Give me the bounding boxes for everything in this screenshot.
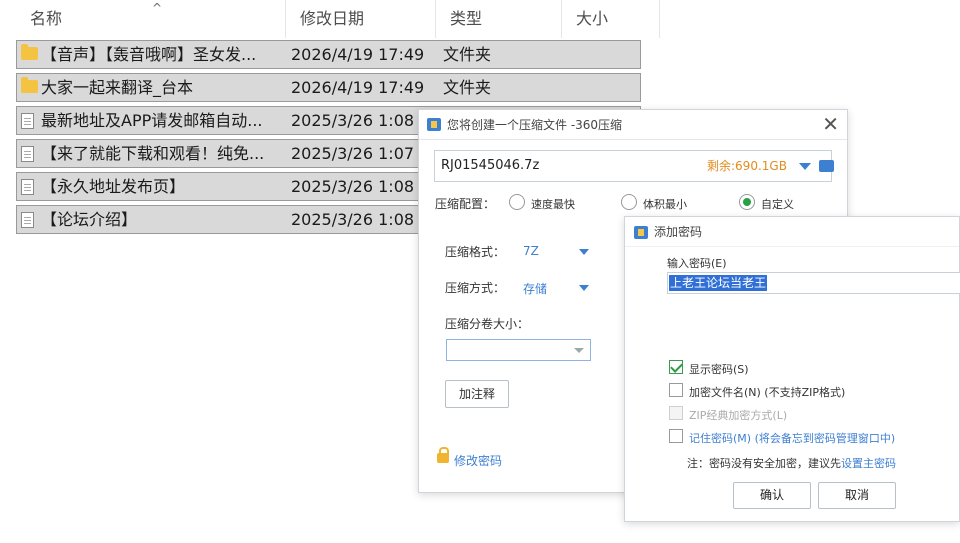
file-type: 文件夹: [443, 78, 492, 97]
file-name: 大家一起来翻译_台本: [41, 78, 194, 97]
file-name: 【音声】【轰音哦啊】圣女发...: [41, 45, 257, 64]
zip-classic-encryption-label: ZIP经典加密方式(L): [689, 409, 788, 422]
confirm-button[interactable]: 确认: [733, 482, 811, 509]
file-date: 2025/3/26 1:08: [291, 177, 415, 196]
file-date: 2026/4/19 17:49: [291, 45, 425, 64]
lock-icon: [437, 447, 449, 463]
column-name-label: 名称: [30, 9, 63, 28]
password-input-label: 输入密码(E): [667, 257, 727, 270]
format-select[interactable]: 7Z: [523, 244, 539, 258]
file-name: 【永久地址发布页】: [41, 177, 186, 196]
folder-icon: [21, 44, 38, 60]
file-date: 2025/3/26 1:08: [291, 210, 415, 229]
method-dropdown-icon[interactable]: [579, 285, 589, 291]
file-name: 【来了就能下载和观看！纯免...: [41, 144, 265, 163]
file-name: 最新地址及APP请发邮箱自动...: [41, 111, 263, 130]
remember-password-checkbox[interactable]: [669, 429, 683, 443]
file-date: 2026/4/19 17:49: [291, 78, 425, 97]
360-compress-icon: [427, 118, 441, 131]
encrypt-filenames-label: 加密文件名(N) (不支持ZIP格式): [689, 386, 846, 399]
show-password-checkbox[interactable]: [669, 360, 683, 374]
archive-path-field[interactable]: RJ01545046.7z 剩余:690.1GB: [434, 150, 834, 182]
file-date: 2025/3/26 1:07: [291, 144, 415, 163]
security-note: 注：密码没有安全加密，建议先设置主密码: [687, 455, 896, 471]
column-name[interactable]: 名称 ^: [16, 0, 286, 38]
column-header: 名称 ^ 修改日期 类型 大小: [16, 0, 661, 38]
modify-password-link[interactable]: 修改密码: [454, 452, 502, 469]
format-label: 压缩格式：: [445, 245, 506, 259]
archive-path-value: RJ01545046.7z: [441, 158, 540, 173]
show-password-label: 显示密码(S): [689, 363, 749, 376]
file-icon: [21, 212, 34, 228]
file-icon: [21, 113, 34, 129]
free-space-label: 剩余:690.1GB: [707, 159, 787, 173]
compress-dialog-titlebar[interactable]: 您将创建一个压缩文件 -360压缩 ✕: [419, 110, 847, 140]
radio-custom[interactable]: [739, 194, 755, 210]
set-master-password-link[interactable]: 设置主密码: [841, 457, 896, 470]
remember-password-label[interactable]: 记住密码(M) (将会备忘到密码管理窗口中): [689, 430, 895, 446]
add-password-titlebar[interactable]: 添加密码: [625, 217, 959, 247]
add-password-title: 添加密码: [654, 225, 703, 239]
file-date: 2025/3/26 1:08: [291, 111, 415, 130]
radio-fastest[interactable]: [509, 194, 525, 210]
radio-smallest[interactable]: [621, 194, 637, 210]
file-row[interactable]: 大家一起来翻译_台本 2026/4/19 17:49 文件夹: [16, 73, 641, 102]
360-compress-icon: [634, 226, 648, 239]
folder-icon: [21, 77, 38, 93]
cancel-button[interactable]: 取消: [818, 482, 896, 509]
browse-folder-icon[interactable]: [819, 160, 834, 172]
method-label: 压缩方式：: [445, 281, 506, 295]
radio-fastest-label: 速度最快: [531, 198, 575, 211]
path-dropdown-icon[interactable]: [799, 163, 811, 170]
password-input[interactable]: 上老王论坛当老王: [667, 272, 960, 294]
volume-size-input[interactable]: [446, 339, 591, 361]
column-size[interactable]: 大小: [562, 0, 660, 38]
add-comment-button[interactable]: 加注释: [445, 380, 509, 408]
file-icon: [21, 179, 34, 195]
password-value: 上老王论坛当老王: [669, 275, 768, 291]
file-row[interactable]: 【音声】【轰音哦啊】圣女发... 2026/4/19 17:49 文件夹: [16, 40, 641, 69]
file-icon: [21, 146, 34, 162]
volume-dropdown-icon[interactable]: [574, 348, 584, 353]
column-date[interactable]: 修改日期: [286, 0, 436, 38]
radio-smallest-label: 体积最小: [643, 198, 687, 211]
format-dropdown-icon[interactable]: [579, 249, 589, 255]
zip-classic-encryption-checkbox: [669, 406, 683, 420]
sort-ascending-icon: ^: [152, 1, 163, 15]
file-type: 文件夹: [443, 45, 492, 64]
radio-custom-label: 自定义: [761, 198, 794, 211]
close-icon[interactable]: ✕: [822, 112, 839, 136]
column-type[interactable]: 类型: [436, 0, 562, 38]
file-name: 【论坛介绍】: [41, 210, 138, 229]
method-select[interactable]: 存储: [523, 280, 547, 297]
encrypt-filenames-checkbox[interactable]: [669, 383, 683, 397]
security-note-text: 注：密码没有安全加密，建议先: [687, 457, 841, 470]
config-label: 压缩配置：: [435, 197, 496, 211]
compress-dialog-title: 您将创建一个压缩文件 -360压缩: [447, 118, 623, 132]
volume-size-label: 压缩分卷大小：: [445, 317, 530, 331]
add-password-dialog: 添加密码 输入密码(E) 上老王论坛当老王 显示密码(S) 加密文件名(N) (…: [624, 216, 960, 522]
